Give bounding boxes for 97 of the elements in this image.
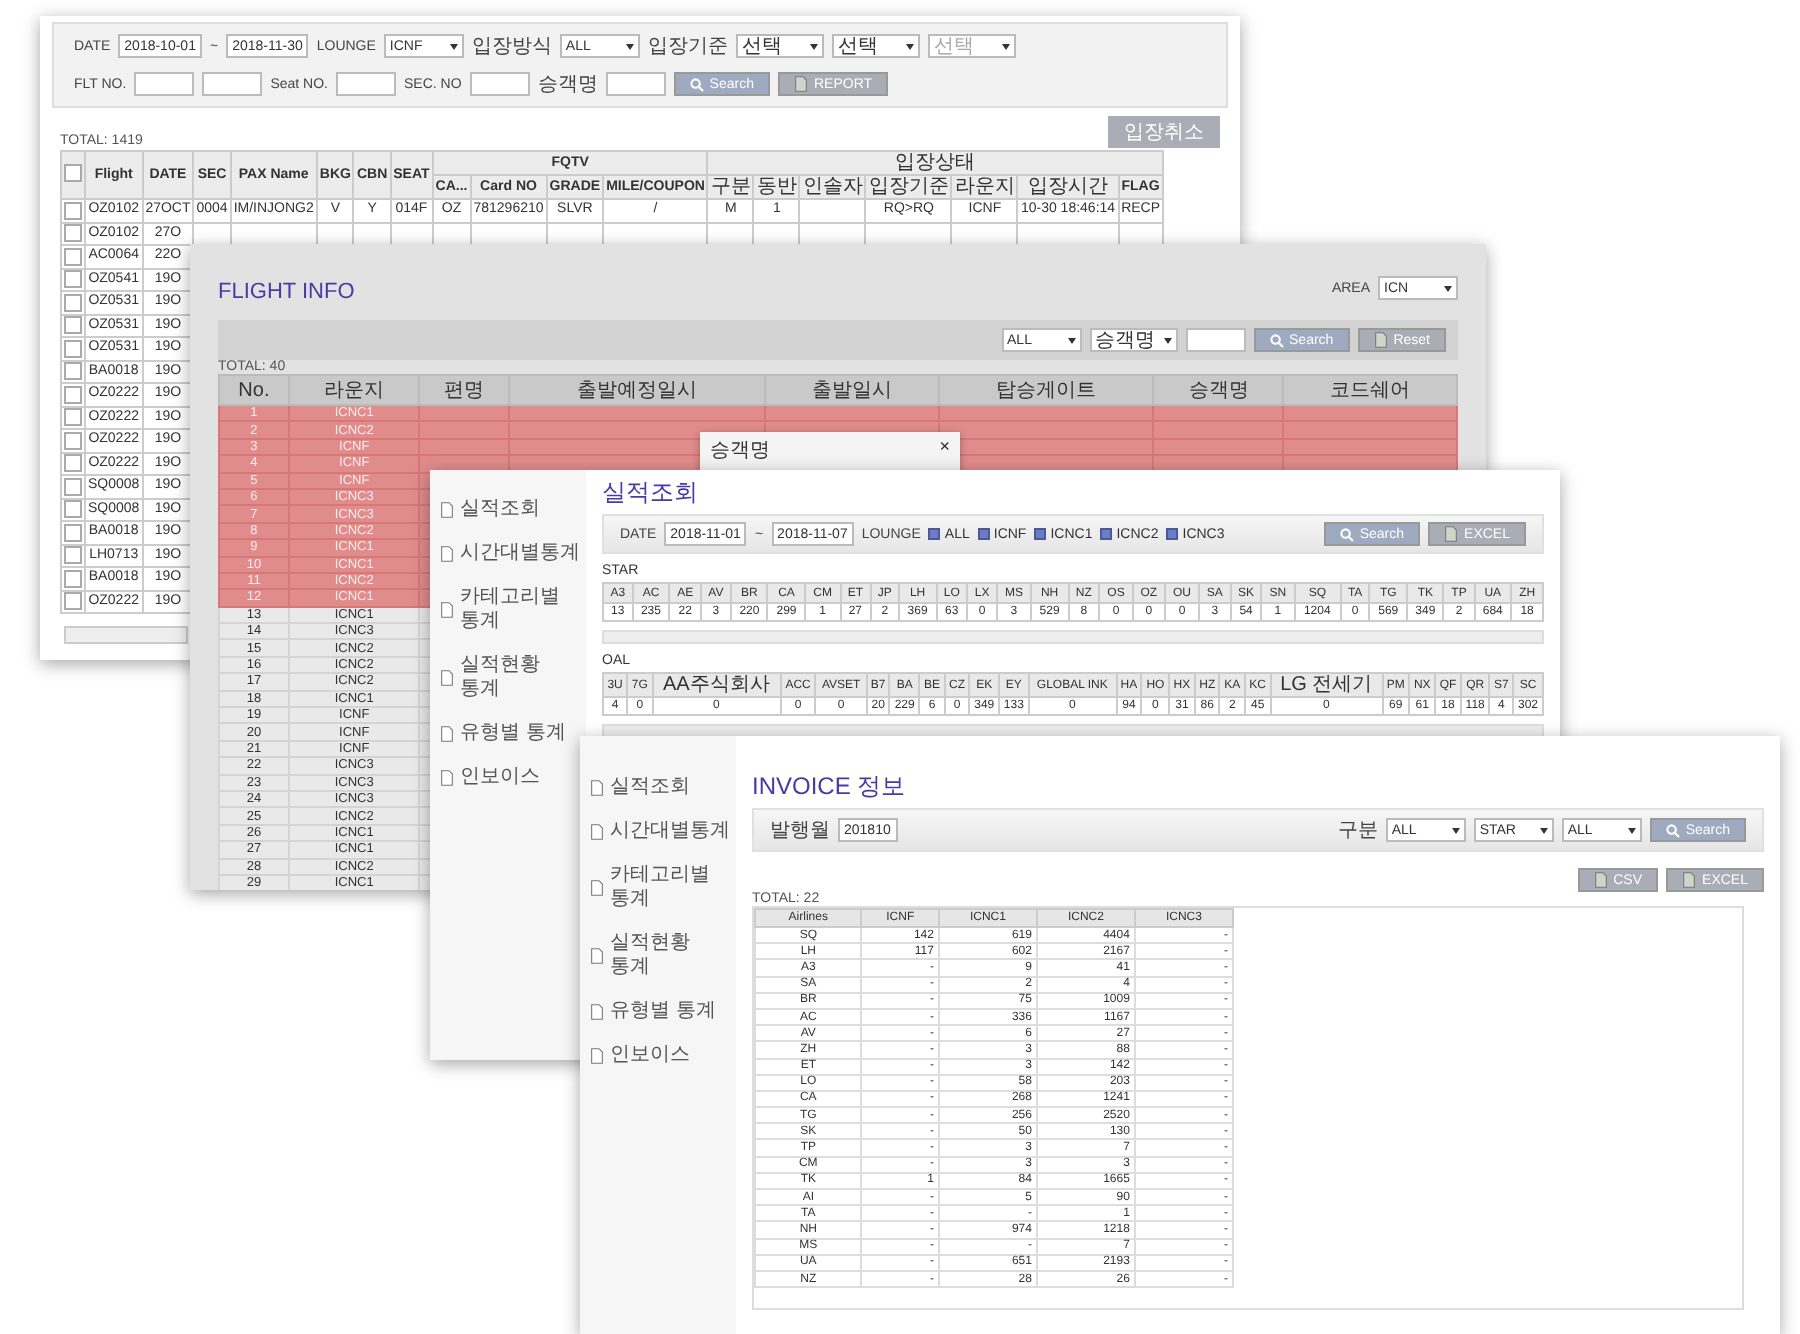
column-header: No. xyxy=(219,375,289,405)
row-checkbox[interactable] xyxy=(64,247,82,266)
column-header: 출발예정일시 xyxy=(508,375,766,405)
caret-icon xyxy=(625,43,634,49)
column-header: 입장상태 xyxy=(707,151,1164,175)
sidebar-item[interactable]: 실적현황 통계 xyxy=(590,932,730,980)
file-icon xyxy=(440,770,454,786)
caret-icon xyxy=(449,43,458,49)
row-checkbox[interactable] xyxy=(64,592,82,611)
file-icon xyxy=(590,880,604,896)
caret-icon xyxy=(905,43,914,49)
row-checkbox[interactable] xyxy=(64,224,82,243)
column-header: 입장시간 xyxy=(1017,175,1119,199)
row-checkbox[interactable] xyxy=(64,546,82,565)
row-checkbox[interactable] xyxy=(64,500,82,519)
sidebar-item[interactable]: 인보이스 xyxy=(590,1044,690,1068)
row-checkbox[interactable] xyxy=(64,316,82,335)
page-title: INVOICE 정보 xyxy=(752,772,908,802)
file-icon xyxy=(440,602,454,618)
column-header: 편명 xyxy=(419,375,509,405)
file-icon xyxy=(1682,872,1697,888)
scrollbar[interactable] xyxy=(602,630,1544,644)
column-header: 탑승게이트 xyxy=(938,375,1154,405)
file-icon xyxy=(793,76,808,92)
caret-icon xyxy=(1539,827,1548,833)
file-icon xyxy=(590,1004,604,1020)
sidebar-item[interactable]: 시간대별통계 xyxy=(590,820,730,844)
file-icon xyxy=(590,824,604,840)
sidebar-item[interactable]: 카테고리별 통계 xyxy=(590,864,730,912)
row-checkbox[interactable] xyxy=(64,201,82,220)
caret-icon xyxy=(809,43,818,49)
sidebar-item[interactable]: 실적조회 xyxy=(440,498,540,522)
column-header: 출발일시 xyxy=(765,375,939,405)
search-icon xyxy=(689,77,704,91)
select-field[interactable]: 선택 xyxy=(735,34,824,58)
column-header: 라운지 xyxy=(288,375,420,405)
row-checkbox[interactable] xyxy=(64,454,82,473)
file-icon xyxy=(1373,332,1388,348)
file-icon xyxy=(440,670,454,686)
column-header: 승객명 xyxy=(1153,375,1284,405)
sidebar-item[interactable]: 카테고리별 통계 xyxy=(440,586,580,634)
input-field[interactable] xyxy=(202,72,263,96)
field-label: 구분 xyxy=(1337,818,1378,844)
caret-icon xyxy=(1451,827,1460,833)
popup-title: 승객명 xyxy=(710,438,770,464)
search-icon xyxy=(1665,823,1680,837)
input-field[interactable] xyxy=(605,72,666,96)
input-field[interactable] xyxy=(469,72,530,96)
close-button[interactable]: × xyxy=(939,436,950,456)
column-header: 코드쉐어 xyxy=(1283,375,1457,405)
sidebar-item[interactable]: 시간대별통계 xyxy=(440,542,580,566)
search-icon xyxy=(1339,527,1354,541)
sidebar-item[interactable]: 실적현황 통계 xyxy=(440,654,580,702)
file-icon xyxy=(440,546,454,562)
input-field[interactable] xyxy=(134,72,195,96)
column-header: AA주식회사 xyxy=(652,673,781,697)
row-checkbox[interactable] xyxy=(64,270,82,289)
row-checkbox[interactable] xyxy=(64,293,82,312)
column-header: 입장기준 xyxy=(865,175,952,199)
select-all-checkbox[interactable] xyxy=(64,164,82,183)
scrollbar[interactable] xyxy=(64,626,188,644)
row-checkbox[interactable] xyxy=(64,339,82,358)
file-icon xyxy=(440,502,454,518)
select-field[interactable]: 승객명 xyxy=(1089,328,1178,352)
field-label: 입장방식 xyxy=(471,34,552,60)
column-header: LG 전세기 xyxy=(1270,673,1383,697)
select-field[interactable]: 선택 xyxy=(831,34,920,58)
field-label: 입장기준 xyxy=(647,34,728,60)
sidebar-item[interactable]: 유형별 통계 xyxy=(590,1000,716,1024)
caret-icon xyxy=(1444,285,1452,291)
sidebar-item[interactable]: 유형별 통계 xyxy=(440,722,566,746)
window-title: FLIGHT INFO xyxy=(218,280,355,304)
search-icon xyxy=(1269,333,1284,347)
input-field[interactable] xyxy=(336,72,396,96)
file-icon xyxy=(590,948,604,964)
sidebar-item[interactable]: 실적조회 xyxy=(590,776,690,800)
row-checkbox[interactable] xyxy=(64,385,82,404)
file-icon xyxy=(590,780,604,796)
caret-icon xyxy=(1001,43,1010,49)
page-title: 실적조회 xyxy=(602,478,700,508)
caret-icon xyxy=(1067,337,1076,343)
file-icon xyxy=(590,1048,604,1064)
row-checkbox[interactable] xyxy=(64,569,82,588)
row-checkbox[interactable] xyxy=(64,523,82,542)
field-label: 승객명 xyxy=(537,72,598,98)
caret-icon xyxy=(1163,337,1172,343)
row-checkbox[interactable] xyxy=(64,477,82,496)
input-field[interactable] xyxy=(1185,328,1246,352)
caret-icon xyxy=(1627,827,1636,833)
file-icon xyxy=(1593,872,1608,888)
file-icon xyxy=(440,726,454,742)
row-checkbox[interactable] xyxy=(64,362,82,381)
row-checkbox[interactable] xyxy=(64,408,82,427)
field-label: 발행월 xyxy=(770,818,830,844)
sidebar-item[interactable]: 인보이스 xyxy=(440,766,540,790)
row-checkbox[interactable] xyxy=(64,431,82,450)
file-icon xyxy=(1444,526,1459,542)
